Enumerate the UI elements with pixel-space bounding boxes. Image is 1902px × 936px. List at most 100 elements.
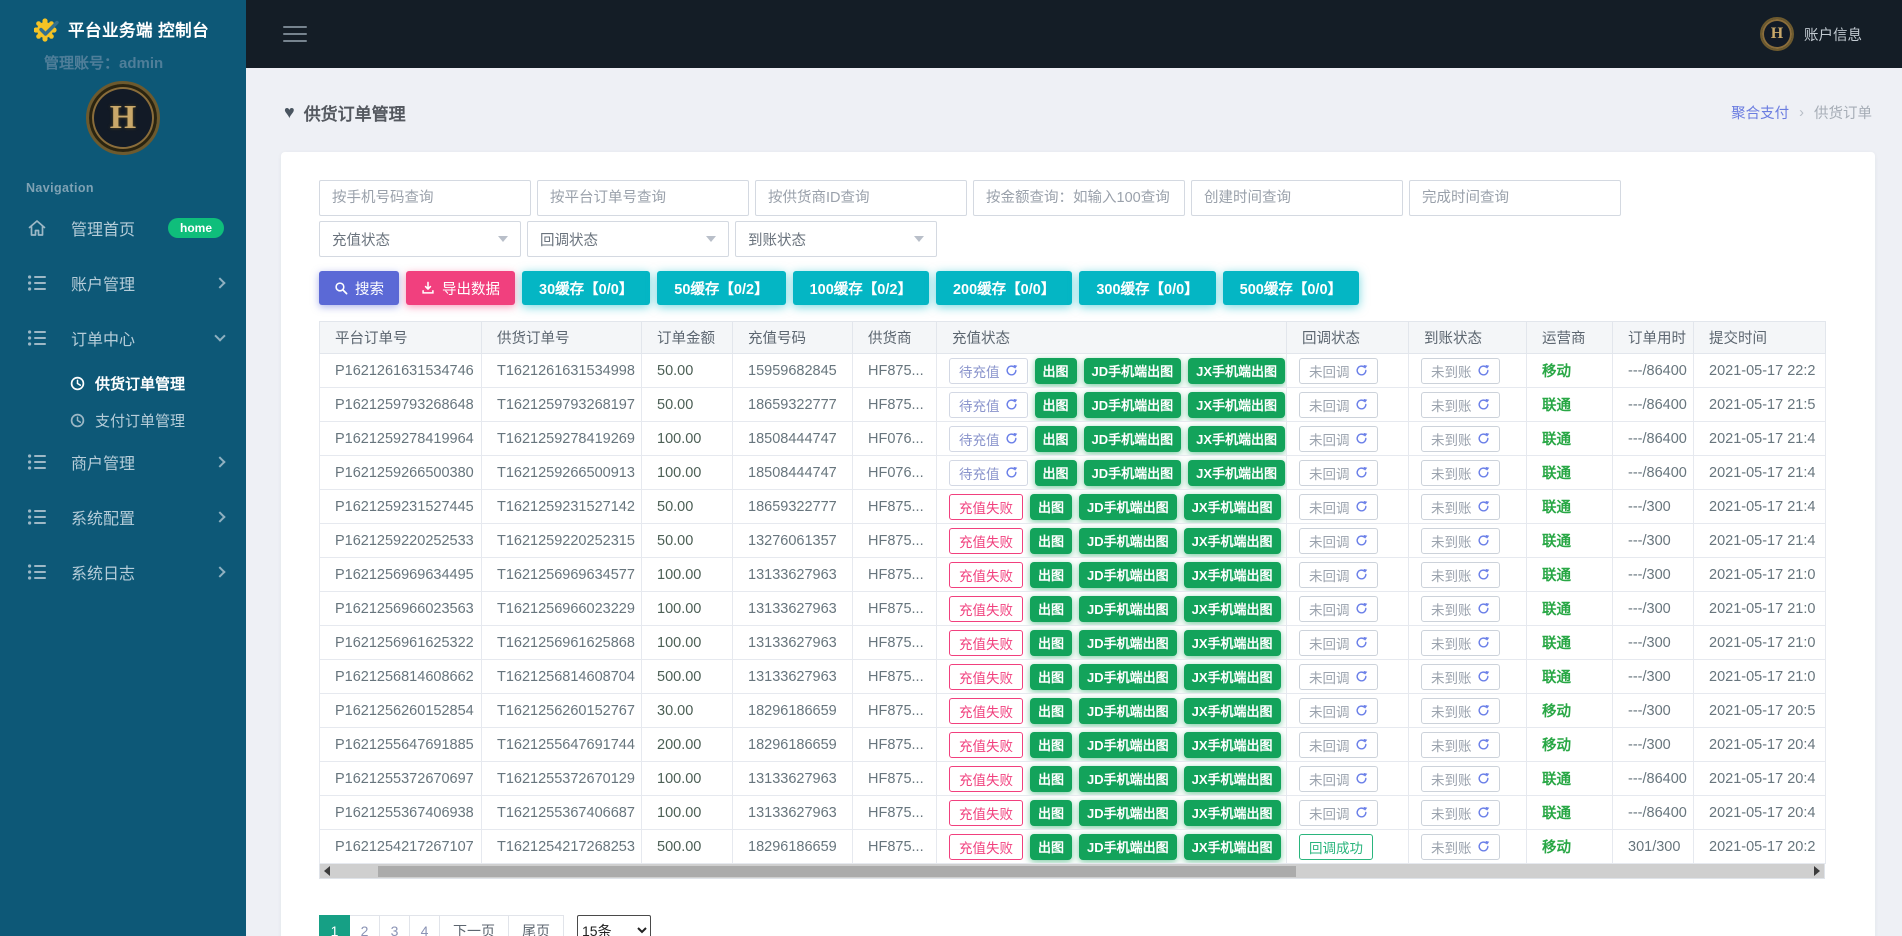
page-size-select[interactable]: 15条 bbox=[577, 915, 651, 936]
callback-status-button[interactable]: 未回调 bbox=[1299, 732, 1378, 758]
jx-mobile-render-button[interactable]: JX手机端出图 bbox=[1188, 426, 1285, 452]
scrollbar-thumb[interactable] bbox=[378, 866, 1296, 877]
recharge-status-button[interactable]: 充值失败 bbox=[949, 732, 1023, 758]
jd-mobile-render-button[interactable]: JD手机端出图 bbox=[1079, 596, 1177, 622]
recharge-status-button[interactable]: 充值失败 bbox=[949, 528, 1023, 554]
callback-status-button[interactable]: 未回调 bbox=[1299, 392, 1378, 418]
cache-button[interactable]: 500缓存【0/0】 bbox=[1223, 271, 1359, 305]
create-time-search-input[interactable] bbox=[1191, 180, 1403, 216]
callback-status-button[interactable]: 未回调 bbox=[1299, 426, 1378, 452]
jd-mobile-render-button[interactable]: JD手机端出图 bbox=[1084, 426, 1182, 452]
render-image-button[interactable]: 出图 bbox=[1030, 664, 1072, 690]
recharge-status-button[interactable]: 充值失败 bbox=[949, 766, 1023, 792]
render-image-button[interactable]: 出图 bbox=[1030, 732, 1072, 758]
arrival-status-button[interactable]: 未到账 bbox=[1421, 630, 1500, 656]
recharge-status-button[interactable]: 充值失败 bbox=[949, 630, 1023, 656]
page-number-button[interactable]: 4 bbox=[409, 915, 440, 936]
arrival-status-button[interactable]: 未到账 bbox=[1421, 528, 1500, 554]
breadcrumb-link[interactable]: 聚合支付 bbox=[1731, 102, 1789, 123]
jx-mobile-render-button[interactable]: JX手机端出图 bbox=[1184, 630, 1281, 656]
sidebar-item-system-config[interactable]: 系统配置 bbox=[0, 506, 246, 528]
jd-mobile-render-button[interactable]: JD手机端出图 bbox=[1079, 698, 1177, 724]
page-number-button[interactable]: 2 bbox=[349, 915, 380, 936]
arrival-status-button[interactable]: 未到账 bbox=[1421, 834, 1500, 860]
recharge-status-button[interactable]: 待充值 bbox=[949, 358, 1028, 384]
arrival-status-button[interactable]: 未到账 bbox=[1421, 494, 1500, 520]
arrival-status-select[interactable]: 到账状态 bbox=[735, 221, 937, 257]
jd-mobile-render-button[interactable]: JD手机端出图 bbox=[1079, 834, 1177, 860]
recharge-status-button[interactable]: 充值失败 bbox=[949, 698, 1023, 724]
callback-status-button[interactable]: 未回调 bbox=[1299, 698, 1378, 724]
supplier-id-search-input[interactable] bbox=[755, 180, 967, 216]
export-data-button[interactable]: 导出数据 bbox=[406, 271, 515, 305]
scrollbar-track[interactable] bbox=[334, 865, 1814, 878]
render-image-button[interactable]: 出图 bbox=[1030, 800, 1072, 826]
cache-button[interactable]: 30缓存【0/0】 bbox=[522, 271, 650, 305]
finish-time-search-input[interactable] bbox=[1409, 180, 1621, 216]
arrival-status-button[interactable]: 未到账 bbox=[1421, 766, 1500, 792]
sidebar-item-accounts[interactable]: 账户管理 bbox=[0, 272, 246, 294]
callback-status-button[interactable]: 未回调 bbox=[1299, 664, 1378, 690]
callback-status-button[interactable]: 未回调 bbox=[1299, 358, 1378, 384]
render-image-button[interactable]: 出图 bbox=[1030, 494, 1072, 520]
callback-status-button[interactable]: 未回调 bbox=[1299, 494, 1378, 520]
search-button[interactable]: 搜索 bbox=[319, 271, 399, 305]
platform-order-search-input[interactable] bbox=[537, 180, 749, 216]
recharge-status-select[interactable]: 充值状态 bbox=[319, 221, 521, 257]
page-number-button[interactable]: 3 bbox=[379, 915, 410, 936]
jd-mobile-render-button[interactable]: JD手机端出图 bbox=[1079, 494, 1177, 520]
render-image-button[interactable]: 出图 bbox=[1030, 596, 1072, 622]
callback-status-button[interactable]: 回调成功 bbox=[1299, 834, 1373, 860]
recharge-status-button[interactable]: 待充值 bbox=[949, 392, 1028, 418]
recharge-status-button[interactable]: 待充值 bbox=[949, 460, 1028, 486]
sidebar-item-order-center[interactable]: 订单中心 bbox=[0, 327, 246, 349]
sidebar-item-system-log[interactable]: 系统日志 bbox=[0, 561, 246, 583]
phone-search-input[interactable] bbox=[319, 180, 531, 216]
recharge-status-button[interactable]: 充值失败 bbox=[949, 664, 1023, 690]
recharge-status-button[interactable]: 充值失败 bbox=[949, 834, 1023, 860]
jx-mobile-render-button[interactable]: JX手机端出图 bbox=[1184, 732, 1281, 758]
render-image-button[interactable]: 出图 bbox=[1030, 698, 1072, 724]
render-image-button[interactable]: 出图 bbox=[1035, 392, 1077, 418]
cache-button[interactable]: 300缓存【0/0】 bbox=[1079, 271, 1215, 305]
arrival-status-button[interactable]: 未到账 bbox=[1421, 698, 1500, 724]
jx-mobile-render-button[interactable]: JX手机端出图 bbox=[1184, 596, 1281, 622]
sidebar-item-home[interactable]: 管理首页 home bbox=[0, 217, 246, 239]
jx-mobile-render-button[interactable]: JX手机端出图 bbox=[1184, 528, 1281, 554]
jx-mobile-render-button[interactable]: JX手机端出图 bbox=[1184, 766, 1281, 792]
amount-search-input[interactable] bbox=[973, 180, 1185, 216]
cache-button[interactable]: 200缓存【0/0】 bbox=[936, 271, 1072, 305]
recharge-status-button[interactable]: 充值失败 bbox=[949, 800, 1023, 826]
recharge-status-button[interactable]: 待充值 bbox=[949, 426, 1028, 452]
render-image-button[interactable]: 出图 bbox=[1030, 766, 1072, 792]
jx-mobile-render-button[interactable]: JX手机端出图 bbox=[1184, 562, 1281, 588]
render-image-button[interactable]: 出图 bbox=[1030, 528, 1072, 554]
jd-mobile-render-button[interactable]: JD手机端出图 bbox=[1079, 664, 1177, 690]
sidebar-subitem-supply-orders[interactable]: 供货订单管理 bbox=[0, 372, 246, 394]
callback-status-button[interactable]: 未回调 bbox=[1299, 596, 1378, 622]
jd-mobile-render-button[interactable]: JD手机端出图 bbox=[1079, 562, 1177, 588]
jx-mobile-render-button[interactable]: JX手机端出图 bbox=[1188, 460, 1285, 486]
last-page-button[interactable]: 尾页 bbox=[508, 915, 564, 936]
jd-mobile-render-button[interactable]: JD手机端出图 bbox=[1079, 630, 1177, 656]
next-page-button[interactable]: 下一页 bbox=[439, 915, 509, 936]
jx-mobile-render-button[interactable]: JX手机端出图 bbox=[1184, 834, 1281, 860]
recharge-status-button[interactable]: 充值失败 bbox=[949, 562, 1023, 588]
jd-mobile-render-button[interactable]: JD手机端出图 bbox=[1084, 392, 1182, 418]
render-image-button[interactable]: 出图 bbox=[1035, 460, 1077, 486]
jd-mobile-render-button[interactable]: JD手机端出图 bbox=[1084, 460, 1182, 486]
jx-mobile-render-button[interactable]: JX手机端出图 bbox=[1184, 698, 1281, 724]
callback-status-button[interactable]: 未回调 bbox=[1299, 766, 1378, 792]
render-image-button[interactable]: 出图 bbox=[1035, 358, 1077, 384]
jd-mobile-render-button[interactable]: JD手机端出图 bbox=[1079, 766, 1177, 792]
jx-mobile-render-button[interactable]: JX手机端出图 bbox=[1188, 358, 1285, 384]
jd-mobile-render-button[interactable]: JD手机端出图 bbox=[1079, 800, 1177, 826]
arrival-status-button[interactable]: 未到账 bbox=[1421, 392, 1500, 418]
jd-mobile-render-button[interactable]: JD手机端出图 bbox=[1079, 732, 1177, 758]
arrival-status-button[interactable]: 未到账 bbox=[1421, 800, 1500, 826]
cache-button[interactable]: 100缓存【0/2】 bbox=[793, 271, 929, 305]
jx-mobile-render-button[interactable]: JX手机端出图 bbox=[1184, 664, 1281, 690]
scroll-right-arrow-icon[interactable] bbox=[1814, 866, 1820, 876]
jx-mobile-render-button[interactable]: JX手机端出图 bbox=[1184, 800, 1281, 826]
callback-status-button[interactable]: 未回调 bbox=[1299, 562, 1378, 588]
